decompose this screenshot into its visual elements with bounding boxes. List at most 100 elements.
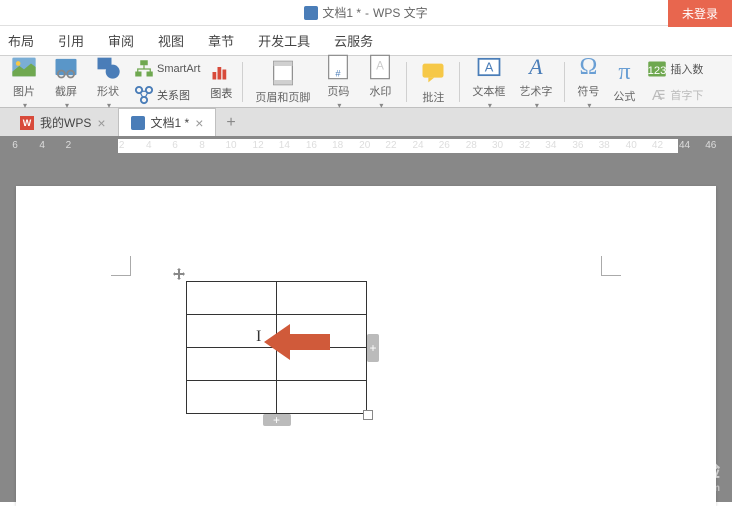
chevron-down-icon: ▾ [379, 101, 383, 110]
ruler-tick: 16 [306, 140, 317, 151]
ruler-tick: 42 [652, 140, 663, 151]
table-row[interactable] [187, 282, 367, 315]
formula-button[interactable]: π 公式 [607, 57, 641, 106]
header-footer-button[interactable]: 页眉和页脚 [249, 57, 316, 107]
table-cell[interactable] [277, 348, 367, 381]
table-cell[interactable] [277, 315, 367, 348]
screenshot-label: 截屏 [55, 83, 77, 99]
table-cell[interactable] [187, 348, 277, 381]
table-row[interactable] [187, 348, 367, 381]
add-column-button[interactable]: + [367, 334, 379, 362]
table-cell[interactable] [187, 282, 277, 315]
wps-icon: W [20, 116, 34, 130]
ruler-tick: 44 [679, 140, 690, 151]
page-icon [269, 59, 297, 87]
page-number-icon: # [324, 53, 352, 81]
menu-cloud[interactable]: 云服务 [334, 31, 373, 50]
textbox-label: 文本框 [472, 83, 505, 99]
smartart-label: SmartArt [157, 63, 200, 75]
ruler-tick: 20 [359, 140, 370, 151]
data-table[interactable] [186, 281, 367, 414]
ruler-tick: 26 [439, 140, 450, 151]
annotation-button[interactable]: 批注 [413, 57, 453, 107]
table-cell[interactable] [277, 381, 367, 414]
menu-reference[interactable]: 引用 [58, 31, 84, 50]
tab-wps-home[interactable]: W 我的WPS × [8, 109, 118, 136]
table-container: + + [186, 281, 367, 414]
table-cell[interactable] [187, 381, 277, 414]
landscape-icon [10, 53, 38, 81]
ruler-tick: 18 [332, 140, 343, 151]
resize-handle[interactable] [363, 410, 373, 420]
relation-label: 关系图 [157, 87, 190, 103]
document-area: + + I Baidu经验 jingyan.baidu.com [0, 156, 732, 502]
first-char-button[interactable]: A 首字下 [643, 83, 707, 107]
watermark-icon: A [366, 53, 394, 81]
scissors-icon [52, 53, 80, 81]
add-tab-button[interactable]: + [216, 110, 245, 136]
picture-label: 图片 [13, 83, 35, 99]
smartart-button[interactable]: SmartArt [130, 57, 204, 81]
move-handle-icon[interactable] [172, 267, 186, 281]
wordart-button[interactable]: A 艺术字▾ [513, 51, 558, 112]
close-icon[interactable]: × [195, 115, 203, 131]
toolbar-divider [242, 62, 243, 102]
page[interactable]: + + I [16, 186, 716, 506]
symbol-button[interactable]: Ω 符号▾ [571, 52, 605, 112]
toolbar-divider [564, 62, 565, 102]
ruler-tick: 32 [519, 140, 530, 151]
ruler-tick: 4 [146, 140, 152, 151]
login-button[interactable]: 未登录 [668, 0, 732, 27]
tab-wps-label: 我的WPS [40, 114, 91, 131]
menu-section[interactable]: 章节 [208, 31, 234, 50]
textbox-icon: A [475, 53, 503, 81]
picture-button[interactable]: 图片▾ [4, 51, 44, 112]
chart-button[interactable]: 图表 [206, 60, 236, 103]
formula-label: 公式 [613, 88, 635, 104]
tab-doc1-label: 文档1 * [151, 114, 190, 131]
shape-button[interactable]: 形状▾ [88, 51, 128, 112]
chart-label: 图表 [210, 85, 232, 101]
relation-button[interactable]: 关系图 [130, 83, 204, 107]
omega-icon: Ω [579, 54, 597, 81]
ruler-tick: 28 [466, 140, 477, 151]
ruler-tick: 36 [572, 140, 583, 151]
ruler-tick: 6 [12, 140, 18, 151]
menu-review[interactable]: 审阅 [108, 31, 134, 50]
menu-layout[interactable]: 布局 [8, 31, 34, 50]
ruler-tick: 24 [412, 140, 423, 151]
ruler-tick: 8 [199, 140, 205, 151]
menu-devtools[interactable]: 开发工具 [258, 31, 310, 50]
symbol-label: 符号 [577, 83, 599, 99]
pi-icon: π [618, 59, 630, 86]
doc-icon [131, 116, 145, 130]
toolbar-divider [459, 62, 460, 102]
ruler-tick: 22 [385, 140, 396, 151]
table-row[interactable] [187, 381, 367, 414]
tab-doc1[interactable]: 文档1 * × [118, 108, 217, 136]
doc-icon [304, 6, 318, 20]
ruler-tick: 2 [66, 140, 72, 151]
insert-number-button[interactable]: 123 插入数 [643, 57, 707, 81]
ruler-tick: 2 [119, 140, 125, 151]
table-cell[interactable] [277, 282, 367, 315]
menu-view[interactable]: 视图 [158, 31, 184, 50]
watermark: Baidu经验 jingyan.baidu.com [632, 457, 720, 494]
page-number-button[interactable]: # 页码▾ [318, 51, 358, 112]
watermark-main: Baidu经验 [632, 457, 720, 483]
comment-icon [419, 59, 447, 87]
title-app-name: WPS 文字 [373, 4, 428, 21]
wordart-icon: A [522, 53, 550, 81]
horizontal-ruler[interactable]: 6422468101214161820222426283032343638404… [0, 136, 732, 156]
close-icon[interactable]: × [97, 115, 105, 131]
svg-text:A: A [377, 59, 385, 72]
screenshot-button[interactable]: 截屏▾ [46, 51, 86, 112]
relation-icon [134, 85, 154, 105]
add-row-button[interactable]: + [263, 414, 291, 426]
table-row[interactable] [187, 315, 367, 348]
chevron-down-icon: ▾ [535, 101, 539, 110]
table-cell[interactable] [187, 315, 277, 348]
textbox-button[interactable]: A 文本框▾ [466, 51, 511, 112]
watermark-button[interactable]: A 水印▾ [360, 51, 400, 112]
watermark-sub: jingyan.baidu.com [632, 483, 720, 494]
